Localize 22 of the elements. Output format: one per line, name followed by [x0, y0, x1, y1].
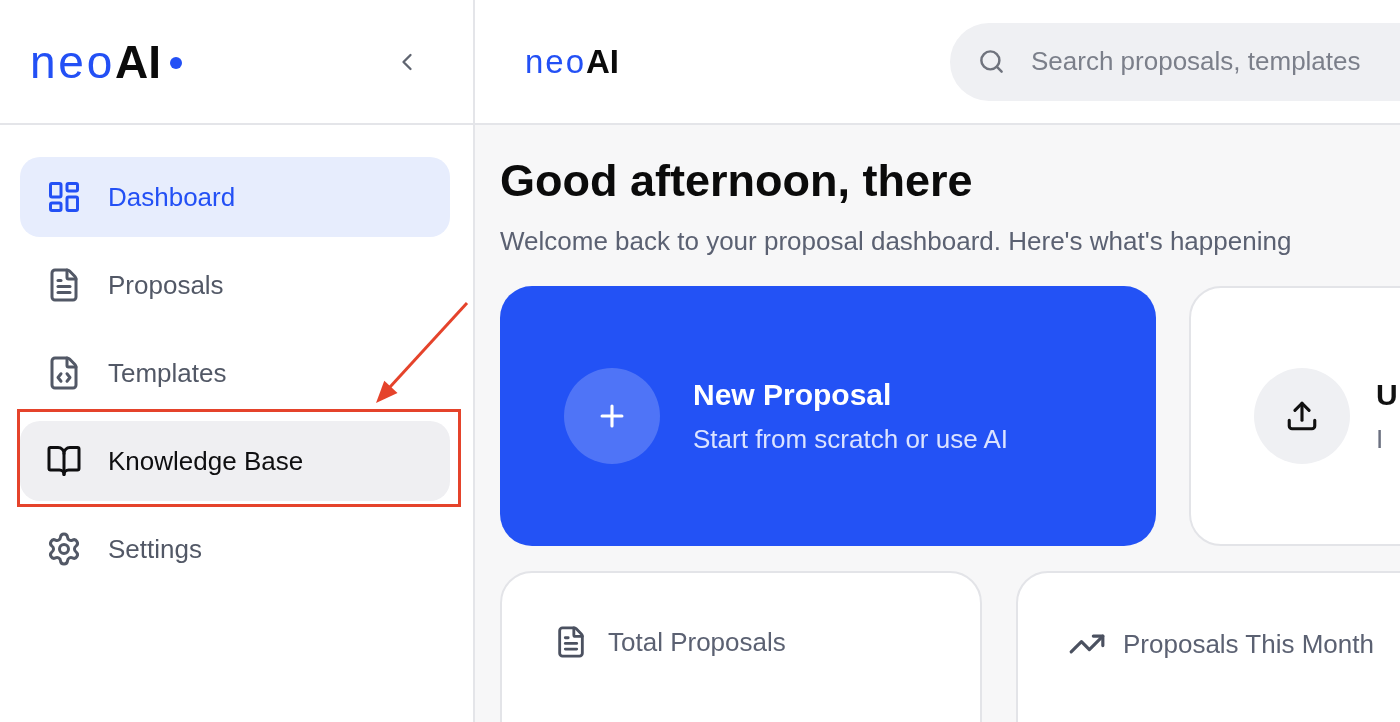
stat-label: Proposals This Month: [1123, 628, 1374, 661]
logo-text: neoAI: [30, 34, 162, 90]
nav-item[interactable]: Templates: [20, 333, 450, 413]
dashboard-icon: [46, 179, 82, 215]
search-icon: [978, 47, 1005, 75]
search-field[interactable]: Search proposals, templates: [950, 22, 1400, 101]
settings-icon: [46, 531, 82, 567]
greeting-title: Good afternoon, there: [500, 155, 974, 207]
nav-item[interactable]: Proposals: [20, 245, 450, 325]
new-proposal-card[interactable]: New Proposal Start from scratch or use AI: [500, 286, 1156, 546]
card-title: New Proposal: [693, 377, 893, 413]
action-card[interactable]: U I: [1189, 286, 1400, 546]
nav-item[interactable]: Knowledge Base: [20, 421, 450, 501]
card-subtitle: I: [1376, 423, 1385, 456]
nav-item[interactable]: Dashboard: [20, 157, 450, 237]
stat-label: Total Proposals: [608, 626, 786, 659]
card-title: U: [1376, 377, 1398, 413]
logo-text: neoAI: [525, 41, 619, 82]
greeting-subtitle: Welcome back to your proposal dashboard. Here's what's happening: [500, 225, 1293, 258]
card-subtitle: Start from scratch or use AI: [693, 423, 1008, 456]
nav-item[interactable]: Settings: [20, 509, 450, 589]
book-icon: [46, 443, 82, 479]
